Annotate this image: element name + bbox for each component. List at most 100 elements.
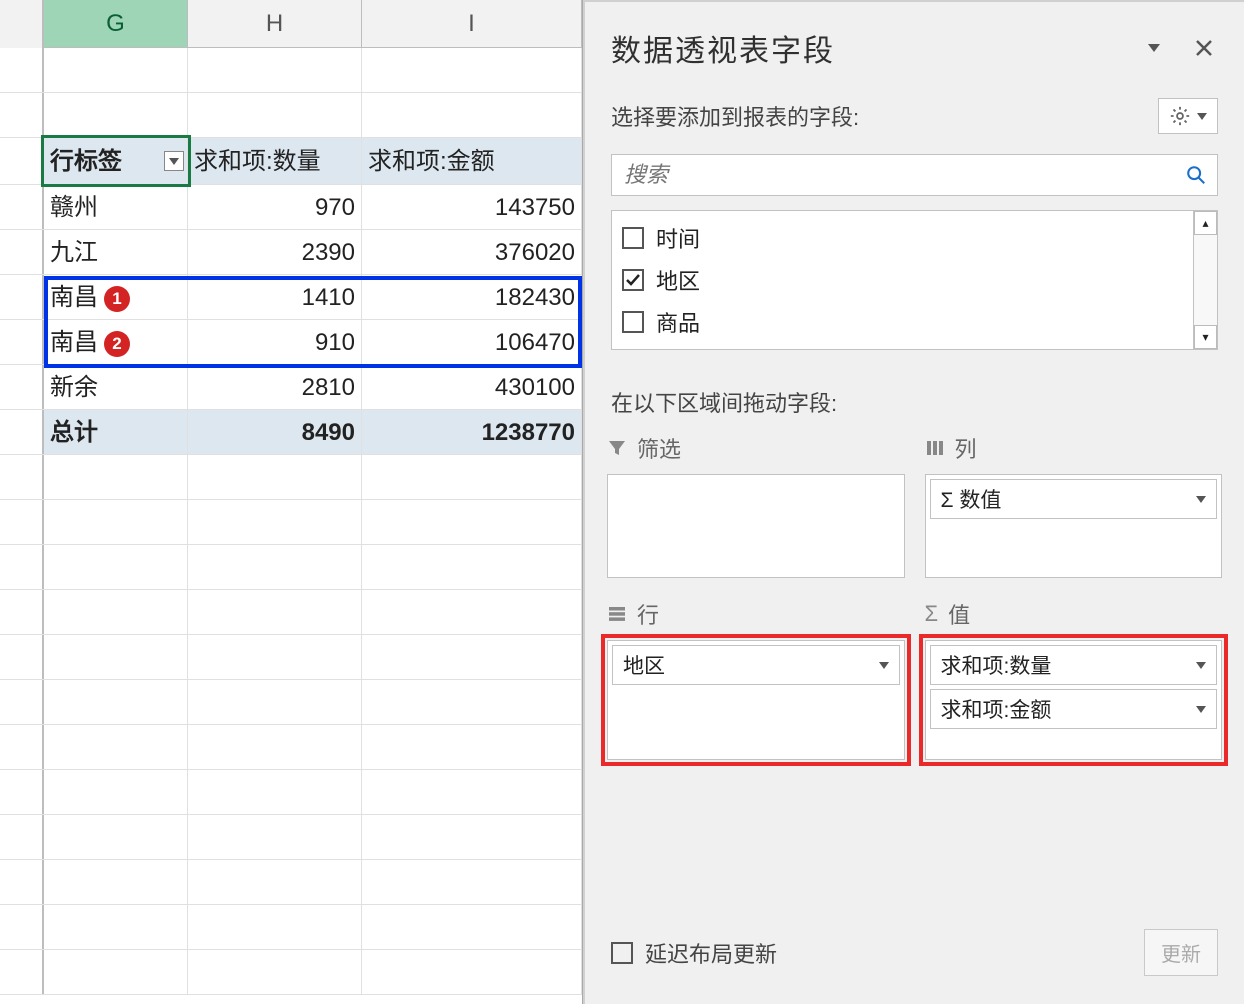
column-header-g[interactable]: G — [44, 0, 188, 47]
field-label: 商品 — [656, 306, 700, 338]
rows-dropzone[interactable]: 地区 — [607, 640, 905, 760]
chevron-down-icon — [1197, 113, 1207, 120]
blank-row[interactable] — [0, 950, 582, 995]
columns-dropzone[interactable]: Σ 数值 — [925, 474, 1223, 578]
field-item[interactable]: 商品 — [612, 301, 1193, 343]
row-labels-header[interactable]: 行标签 — [44, 138, 188, 184]
field-chip-values[interactable]: Σ 数值 — [930, 479, 1218, 519]
row-labels-filter-button[interactable] — [164, 151, 184, 171]
values-area: Σ 值 求和项:数量 求和项:金额 — [925, 598, 1223, 760]
qty-header[interactable]: 求和项:数量 — [188, 138, 362, 184]
check-icon — [625, 272, 641, 288]
pivottable-fields-pane: 数据透视表字段 选择要添加到报表的字段: — [583, 0, 1244, 1004]
blank-row[interactable] — [0, 635, 582, 680]
blank-row[interactable] — [0, 680, 582, 725]
blank-row[interactable] — [0, 770, 582, 815]
pivot-header-row: 行标签 求和项:数量 求和项:金额 — [0, 138, 582, 185]
blank-row[interactable] — [0, 815, 582, 860]
chip-label: 地区 — [623, 650, 665, 680]
field-item[interactable]: 地区 — [612, 259, 1193, 301]
checkbox-unchecked[interactable] — [622, 311, 644, 333]
columns-area-title: 列 — [955, 432, 977, 464]
table-row[interactable]: 赣州 970 143750 — [0, 185, 582, 230]
filters-dropzone[interactable] — [607, 474, 905, 578]
chevron-down-icon — [1196, 496, 1206, 503]
blank-row[interactable] — [0, 500, 582, 545]
field-list-scrollbar[interactable]: ▴ ▾ — [1193, 211, 1217, 349]
drag-areas-label: 在以下区域间拖动字段: — [585, 350, 1244, 432]
annotation-badge: 2 — [104, 331, 130, 357]
amount-header[interactable]: 求和项:金额 — [362, 138, 582, 184]
field-chip-sumamount[interactable]: 求和项:金额 — [930, 689, 1218, 729]
chip-label: Σ 数值 — [941, 484, 1002, 514]
pane-options-dropdown[interactable] — [1140, 34, 1168, 62]
blank-row[interactable] — [0, 48, 582, 93]
blank-row[interactable] — [0, 860, 582, 905]
choose-fields-label: 选择要添加到报表的字段: — [611, 100, 1158, 132]
chip-label: 求和项:数量 — [941, 650, 1052, 680]
blank-row[interactable] — [0, 545, 582, 590]
field-chip-region[interactable]: 地区 — [612, 645, 900, 685]
row-label: 九江 — [44, 230, 188, 274]
row-qty: 970 — [188, 185, 362, 229]
select-all-corner[interactable] — [0, 0, 44, 48]
defer-layout-checkbox[interactable]: 延迟布局更新 — [611, 937, 777, 969]
table-row[interactable]: 南昌1 1410 182430 — [0, 275, 582, 320]
row-amount: 376020 — [362, 230, 582, 274]
total-label: 总计 — [44, 410, 188, 454]
total-qty: 8490 — [188, 410, 362, 454]
values-dropzone[interactable]: 求和项:数量 求和项:金额 — [925, 640, 1223, 760]
chevron-down-icon — [169, 158, 179, 165]
rows-area-title: 行 — [637, 598, 659, 630]
layout-options-button[interactable] — [1158, 98, 1218, 134]
checkbox-unchecked[interactable] — [622, 227, 644, 249]
row-amount: 106470 — [362, 320, 582, 364]
chevron-down-icon — [1148, 44, 1160, 52]
pane-title: 数据透视表字段 — [611, 26, 1140, 70]
chevron-down-icon — [879, 662, 889, 669]
row-label: 南昌1 — [44, 275, 188, 319]
rows-area: 行 地区 — [607, 598, 905, 760]
row-label: 赣州 — [44, 185, 188, 229]
chevron-down-icon — [1196, 662, 1206, 669]
blank-row[interactable] — [0, 725, 582, 770]
rows-icon — [607, 604, 627, 624]
row-amount: 182430 — [362, 275, 582, 319]
field-item[interactable]: 时间 — [612, 217, 1193, 259]
search-input[interactable] — [622, 161, 1185, 189]
table-row[interactable]: 新余 2810 430100 — [0, 365, 582, 410]
row-label: 南昌2 — [44, 320, 188, 364]
field-list: 时间 地区 商品 ▴ ▾ — [611, 210, 1218, 350]
filters-area-title: 筛选 — [637, 432, 681, 464]
close-button[interactable] — [1190, 34, 1218, 62]
scroll-up-button[interactable]: ▴ — [1194, 211, 1217, 235]
checkbox-unchecked[interactable] — [611, 942, 633, 964]
checkbox-checked[interactable] — [622, 269, 644, 291]
field-label: 地区 — [656, 264, 700, 296]
row-qty: 2810 — [188, 365, 362, 409]
spreadsheet: G H I 行标签 求和项:数量 求和项: — [0, 0, 583, 1004]
row-labels-text: 行标签 — [50, 148, 122, 175]
update-button[interactable]: 更新 — [1144, 929, 1218, 976]
column-header-i[interactable]: I — [362, 0, 582, 47]
blank-row[interactable] — [0, 590, 582, 635]
table-row[interactable]: 九江 2390 376020 — [0, 230, 582, 275]
blank-row[interactable] — [0, 93, 582, 138]
total-row[interactable]: 总计 8490 1238770 — [0, 410, 582, 455]
field-chip-sumqty[interactable]: 求和项:数量 — [930, 645, 1218, 685]
scroll-down-button[interactable]: ▾ — [1194, 325, 1217, 349]
blank-row[interactable] — [0, 455, 582, 500]
column-headers: G H I — [0, 0, 582, 48]
columns-icon — [925, 438, 945, 458]
row-qty: 910 — [188, 320, 362, 364]
field-search-box[interactable] — [611, 154, 1218, 196]
filters-area: 筛选 — [607, 432, 905, 578]
total-amount: 1238770 — [362, 410, 582, 454]
blank-row[interactable] — [0, 905, 582, 950]
sigma-icon: Σ — [925, 601, 939, 627]
search-icon — [1185, 164, 1207, 186]
row-amount: 430100 — [362, 365, 582, 409]
values-area-title: 值 — [948, 598, 970, 630]
table-row[interactable]: 南昌2 910 106470 — [0, 320, 582, 365]
column-header-h[interactable]: H — [188, 0, 362, 47]
